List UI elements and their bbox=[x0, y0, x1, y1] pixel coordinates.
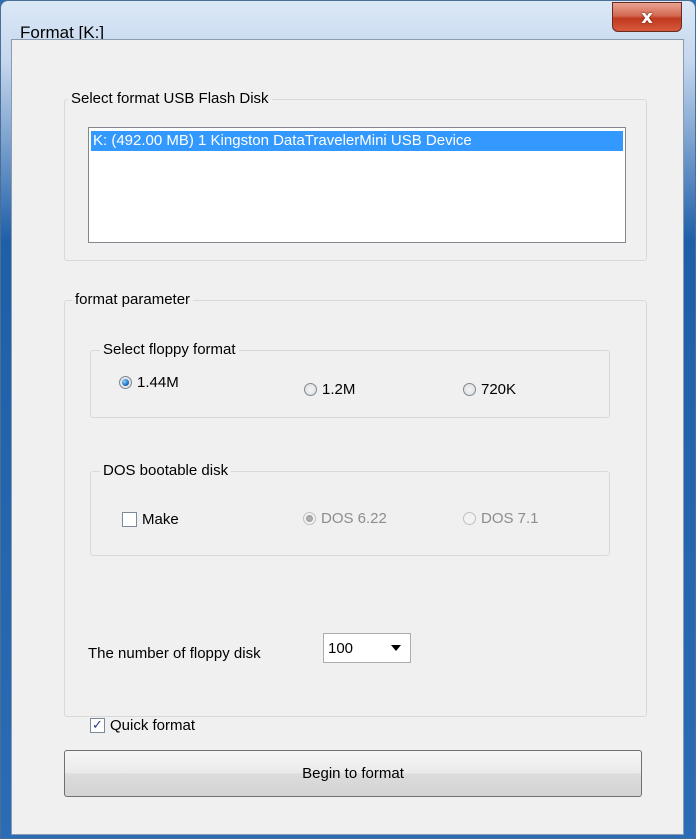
radio-1-2m[interactable]: 1.2M bbox=[304, 381, 355, 398]
window-frame: Format [K:] x Select format USB Flash Di… bbox=[0, 0, 696, 839]
radio-dos-6-22[interactable]: DOS 6.22 bbox=[303, 510, 387, 527]
radio-1-44m-label: 1.44M bbox=[137, 374, 179, 391]
check-icon[interactable]: ✓ bbox=[90, 718, 105, 733]
close-button[interactable]: x bbox=[612, 2, 682, 32]
radio-dos-6-22-label: DOS 6.22 bbox=[321, 510, 387, 527]
floppy-format-legend: Select floppy format bbox=[100, 341, 239, 358]
quick-format-checkbox[interactable]: ✓ Quick format bbox=[90, 717, 195, 734]
radio-720k-label: 720K bbox=[481, 381, 517, 398]
usb-device-group: Select format USB Flash Disk K: (492.00 … bbox=[64, 90, 647, 261]
close-icon: x bbox=[641, 6, 653, 28]
floppy-count-combobox[interactable]: 100 bbox=[323, 633, 411, 663]
format-parameter-legend: format parameter bbox=[72, 291, 194, 308]
usb-device-group-legend: Select format USB Flash Disk bbox=[68, 90, 272, 107]
dialog-client-area: Select format USB Flash Disk K: (492.00 … bbox=[11, 39, 684, 835]
floppy-count-value: 100 bbox=[328, 639, 354, 657]
dos-bootable-legend: DOS bootable disk bbox=[100, 462, 232, 479]
radio-button-icon[interactable] bbox=[463, 383, 476, 396]
radio-dos-7-1-label: DOS 7.1 bbox=[481, 510, 539, 527]
format-parameter-group: format parameter Select floppy format 1.… bbox=[64, 291, 647, 734]
radio-button-icon[interactable] bbox=[303, 512, 316, 525]
radio-720k[interactable]: 720K bbox=[463, 381, 516, 398]
begin-format-label: Begin to format bbox=[302, 765, 404, 782]
dos-bootable-group: DOS bootable disk Make DOS 6.22 DOS 7.1 bbox=[90, 462, 610, 556]
floppy-format-group: Select floppy format 1.44M 1.2M 720K bbox=[90, 341, 610, 418]
quick-format-label: Quick format bbox=[110, 717, 196, 734]
radio-1-44m[interactable]: 1.44M bbox=[119, 374, 179, 391]
make-checkbox[interactable]: Make bbox=[122, 511, 179, 528]
radio-button-icon[interactable] bbox=[463, 512, 476, 525]
begin-format-button[interactable]: Begin to format bbox=[64, 750, 642, 797]
make-checkbox-label: Make bbox=[142, 511, 179, 528]
radio-dos-7-1[interactable]: DOS 7.1 bbox=[463, 510, 539, 527]
radio-1-2m-label: 1.2M bbox=[322, 381, 356, 398]
chevron-down-icon[interactable] bbox=[391, 645, 401, 651]
usb-device-item[interactable]: K: (492.00 MB) 1 Kingston DataTravelerMi… bbox=[91, 131, 623, 151]
radio-button-icon[interactable] bbox=[304, 383, 317, 396]
radio-button-icon[interactable] bbox=[119, 376, 132, 389]
floppy-count-label: The number of floppy disk bbox=[88, 645, 261, 662]
usb-device-list[interactable]: K: (492.00 MB) 1 Kingston DataTravelerMi… bbox=[88, 127, 626, 243]
checkbox-icon[interactable] bbox=[122, 512, 137, 527]
